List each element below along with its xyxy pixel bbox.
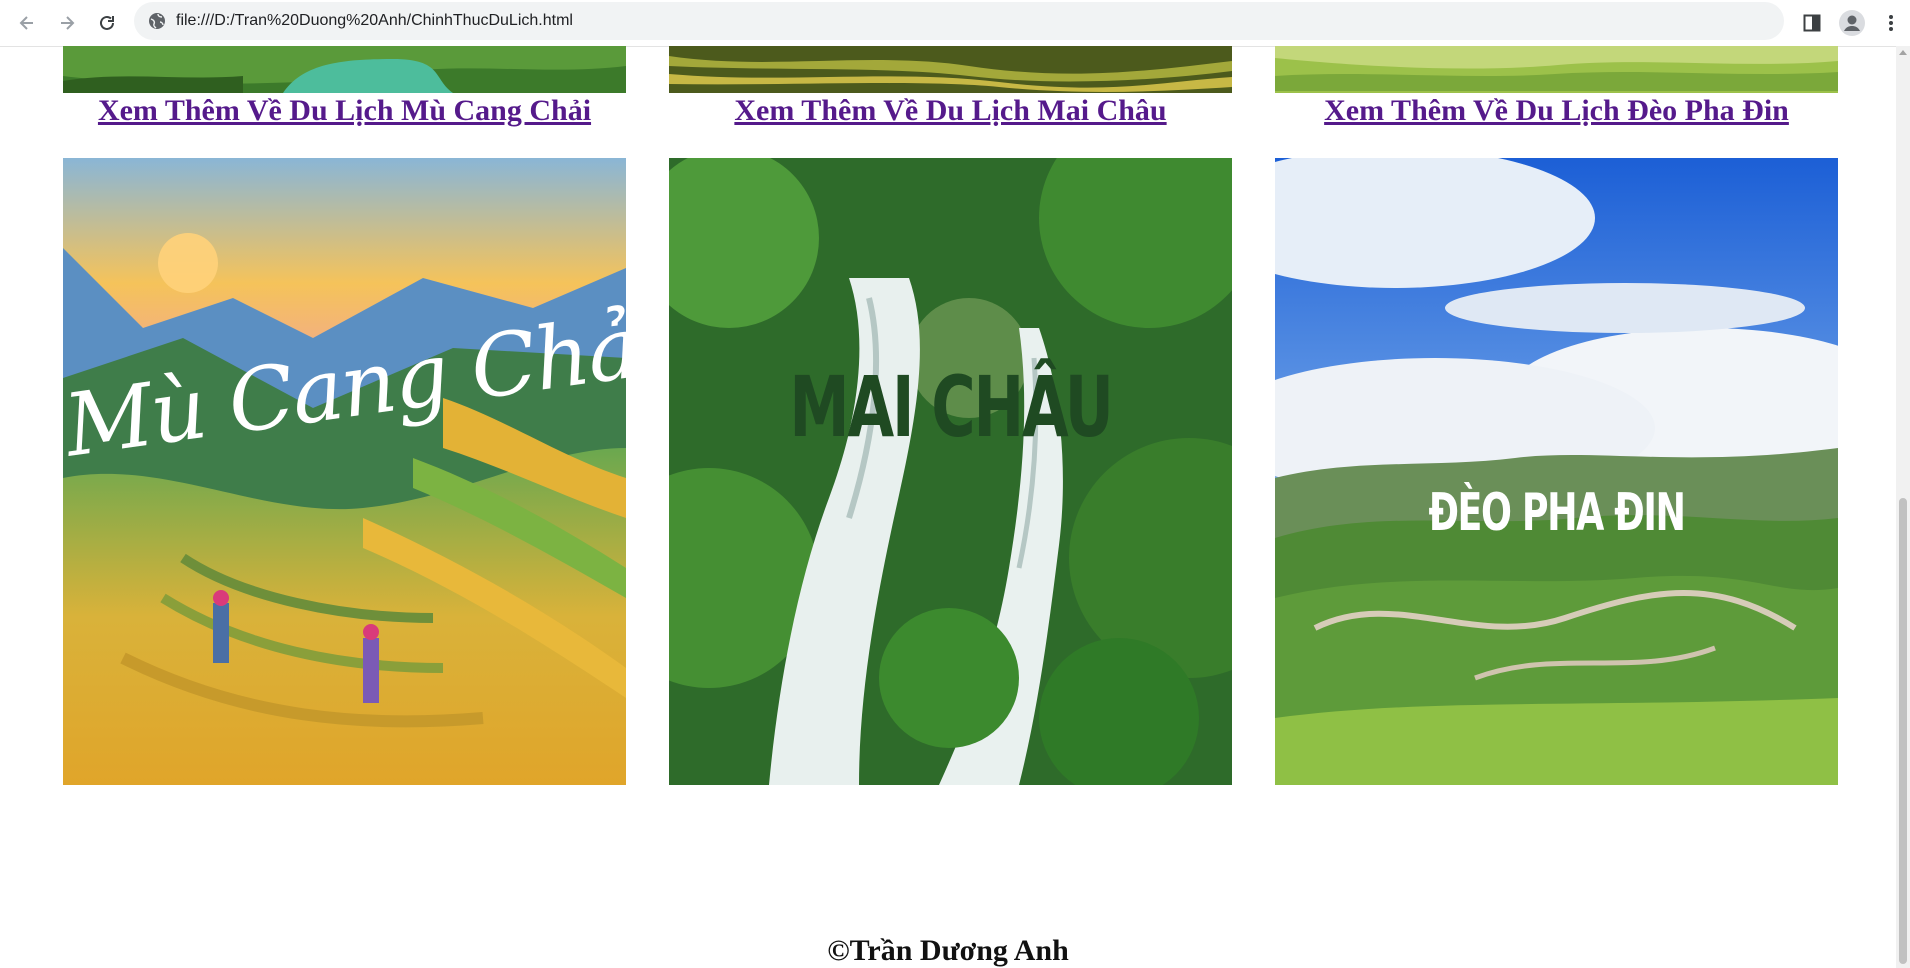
mai-chau-thumbnail-top[interactable] (669, 46, 1232, 93)
deo-pha-din-image[interactable]: ĐÈO PHA ĐIN (1275, 158, 1838, 785)
link-deo-pha-din[interactable]: Xem Thêm Về Du Lịch Đèo Pha Đin (1275, 94, 1838, 128)
reload-icon (100, 15, 114, 30)
reload-button[interactable] (92, 8, 122, 38)
mu-cang-chai-thumbnail-top[interactable] (63, 46, 626, 93)
arrow-left-icon (19, 16, 33, 30)
page-scrollbar[interactable] (1896, 46, 1910, 968)
mai-chau-image-caption: MAI CHÂU (789, 358, 1113, 456)
destination-card-mu-cang-chai: Xem Thêm Về Du Lịch Mù Cang Chải Mù Cang… (63, 46, 626, 786)
page-content: Xem Thêm Về Du Lịch Mù Cang Chải Mù Cang… (0, 46, 1896, 968)
avatar-icon (1839, 10, 1865, 36)
deo-pha-din-image-caption: ĐÈO PHA ĐIN (1428, 483, 1685, 543)
arrow-right-icon (61, 16, 75, 30)
url-text: file:///D:/Tran%20Duong%20Anh/ChinhThucD… (176, 12, 573, 29)
scroll-up-arrow-icon[interactable] (1899, 50, 1907, 55)
mu-cang-chai-image[interactable]: Mù Cang Chải (63, 158, 626, 785)
scroll-thumb[interactable] (1899, 498, 1907, 964)
kebab-menu-icon (1889, 15, 1893, 31)
back-button[interactable] (12, 8, 42, 38)
profile-button[interactable] (1837, 8, 1867, 38)
mai-chau-image[interactable]: MAI CHÂU (669, 158, 1232, 785)
side-panel-button[interactable] (1797, 8, 1827, 38)
forward-button[interactable] (52, 8, 82, 38)
address-bar[interactable]: file:///D:/Tran%20Duong%20Anh/ChinhThucD… (134, 2, 1784, 40)
footer-copyright: ©Trần Dương Anh (827, 934, 1069, 967)
browser-toolbar: file:///D:/Tran%20Duong%20Anh/ChinhThucD… (0, 0, 1910, 47)
destination-card-mai-chau: Xem Thêm Về Du Lịch Mai Châu MAI CHÂU (669, 46, 1232, 786)
menu-button[interactable] (1876, 8, 1906, 38)
link-mai-chau[interactable]: Xem Thêm Về Du Lịch Mai Châu (669, 94, 1232, 128)
side-panel-icon (1803, 14, 1821, 32)
globe-icon (149, 13, 165, 29)
destination-card-deo-pha-din: Xem Thêm Về Du Lịch Đèo Pha Đin ĐÈO PHA … (1275, 46, 1838, 786)
link-mu-cang-chai[interactable]: Xem Thêm Về Du Lịch Mù Cang Chải (63, 94, 626, 128)
deo-pha-din-thumbnail-top[interactable] (1275, 46, 1838, 93)
